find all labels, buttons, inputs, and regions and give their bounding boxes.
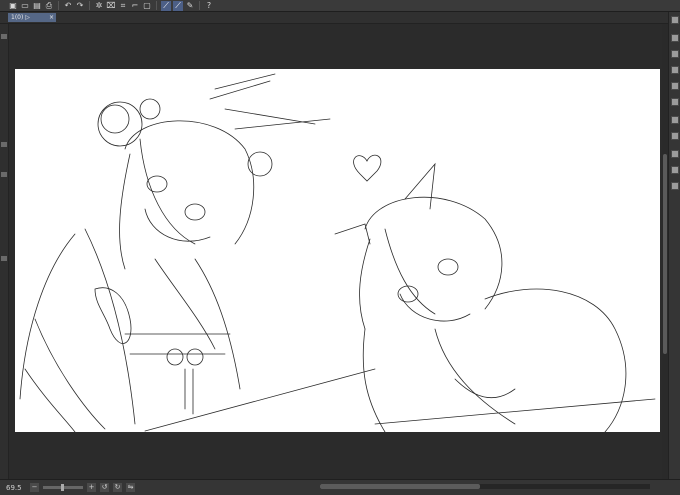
snap-special-icon[interactable]: ⟋ [173, 0, 183, 11]
hair-outline [364, 196, 503, 310]
crop-icon[interactable]: ⌐ [130, 1, 140, 11]
hair-flower-ornament [100, 104, 130, 134]
drawing-canvas[interactable] [15, 69, 660, 432]
hair-flow [24, 318, 106, 432]
table-edge [144, 368, 376, 432]
main-toolbar: ▣ ▭ ▤ ⎙ ↶ ↷ ✲ ⌧ ⌗ ⌐ ▢ ⟋ ⟋ ✎ ? [0, 0, 680, 12]
layer-panel-icon[interactable] [671, 82, 679, 90]
layer-panel-icon[interactable] [671, 182, 679, 190]
flip-icon[interactable]: ⇋ [126, 483, 135, 492]
obi-sash [124, 333, 231, 355]
left-panel-edge [0, 24, 9, 479]
panel-grip-icon[interactable] [1, 256, 7, 261]
zoom-out-icon[interactable]: − [30, 483, 39, 492]
zoom-slider[interactable] [43, 484, 83, 491]
panel-menu-icon[interactable] [671, 16, 679, 24]
eye [184, 203, 206, 221]
sketch-artwork [19, 73, 656, 432]
layer-panel-icon[interactable] [671, 150, 679, 158]
hair-strands [119, 138, 196, 270]
toolbar-divider [199, 1, 200, 10]
undo-icon[interactable]: ↶ [63, 1, 73, 11]
clear-icon[interactable]: ⌧ [106, 1, 116, 11]
obi-bow [166, 348, 184, 366]
zoom-slider-knob[interactable] [61, 484, 64, 491]
open-file-icon[interactable]: ▭ [20, 1, 30, 11]
layer-panel-icon[interactable] [671, 66, 679, 74]
hair-strands [359, 228, 436, 330]
transform-icon[interactable]: ⌗ [118, 1, 128, 11]
layer-panel-icon[interactable] [671, 98, 679, 106]
eye [146, 175, 168, 193]
obi-bow [186, 348, 204, 366]
snap-ruler-icon[interactable]: ⟋ [161, 0, 171, 11]
print-icon[interactable]: ⎙ [44, 1, 54, 11]
new-canvas-icon[interactable]: ▣ [8, 1, 18, 11]
layer-panel-icon[interactable] [671, 116, 679, 124]
close-icon[interactable]: × [49, 13, 56, 22]
layer-panel-icon[interactable] [671, 132, 679, 140]
trash-icon[interactable] [1, 142, 7, 147]
toolbar-divider [58, 1, 59, 10]
status-bar: 69.5 − + ↺ ↻ ⇋ [0, 479, 680, 495]
document-tab-label: 1(0) ▷ [11, 14, 30, 21]
hair-flower-ornament [139, 98, 161, 120]
rotate-right-icon[interactable]: ↻ [113, 483, 122, 492]
document-tab[interactable]: 1(0) ▷ × [8, 13, 56, 22]
body-outline [362, 328, 516, 432]
sleeve-outline [19, 228, 136, 425]
pen-icon[interactable]: ✎ [185, 1, 195, 11]
layer-panel-icon[interactable] [671, 166, 679, 174]
obi-tassel [184, 368, 194, 415]
layer-panel-icon[interactable] [671, 34, 679, 42]
toolbar-divider [89, 1, 90, 10]
zoom-in-icon[interactable]: + [87, 483, 96, 492]
redo-icon[interactable]: ↷ [75, 1, 85, 11]
selection-icon[interactable]: ▢ [142, 1, 152, 11]
eye [437, 258, 459, 276]
face-outline [399, 293, 471, 322]
rabbit-ears [209, 73, 331, 130]
rotate-left-icon[interactable]: ↺ [100, 483, 109, 492]
panel-grip-icon[interactable] [1, 172, 7, 177]
hair-outline [124, 120, 255, 245]
sleeve-outline [484, 288, 627, 432]
cat-ears [334, 162, 436, 245]
zoom-level[interactable]: 69.5 [6, 484, 26, 492]
document-tab-strip: 1(0) ▷ × [0, 12, 668, 24]
horizontal-scroll-thumb[interactable] [320, 484, 480, 489]
panel-collapse-handle[interactable] [1, 34, 7, 39]
save-icon[interactable]: ▤ [32, 1, 42, 11]
desk-line [374, 398, 656, 425]
hair-bun [247, 151, 273, 177]
toolbar-divider [156, 1, 157, 10]
help-icon[interactable]: ? [204, 1, 214, 11]
kimono-collar [154, 258, 241, 390]
eye [397, 285, 419, 303]
heart-ahoge [353, 154, 382, 182]
hair-flower-ornament [97, 101, 143, 147]
right-panel-edge [668, 12, 680, 479]
horizontal-scrollbar[interactable] [320, 484, 650, 489]
loading-icon[interactable]: ✲ [94, 1, 104, 11]
layer-panel-icon[interactable] [671, 50, 679, 58]
face-outline [144, 208, 211, 242]
vertical-scroll-thumb[interactable] [663, 154, 667, 354]
hand [94, 287, 132, 344]
